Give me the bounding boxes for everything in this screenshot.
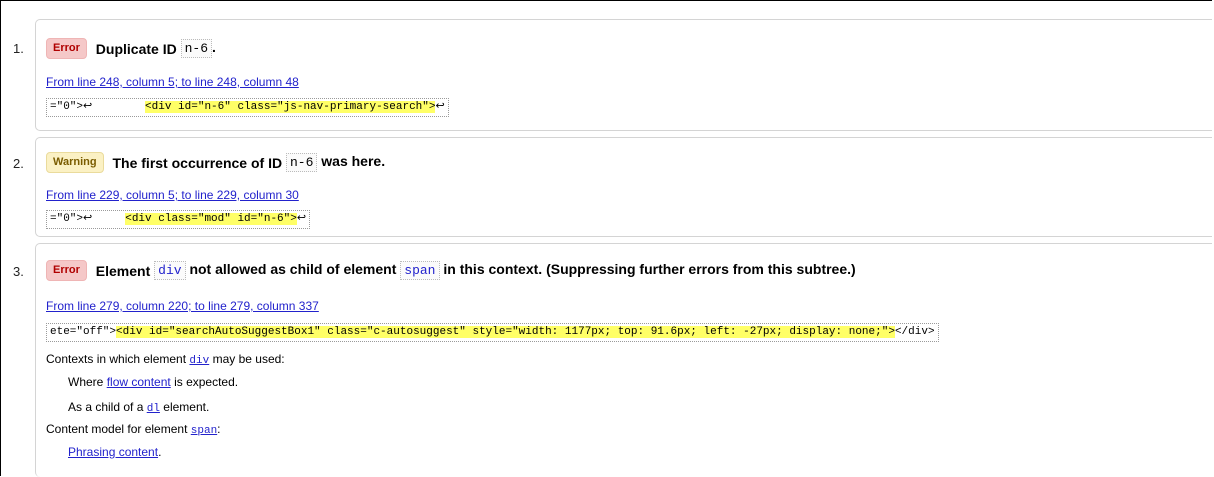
context-item: Where flow content is expected.	[68, 375, 239, 389]
message-title: Error Element div not allowed as child o…	[46, 260, 856, 281]
message-title: Warning The first occurrence of ID n-6 w…	[46, 152, 385, 173]
element-link[interactable]: div	[154, 261, 186, 281]
location-link[interactable]: From line 248, column 5; to line 248, co…	[46, 75, 299, 89]
element-link[interactable]: span	[400, 261, 440, 281]
content-model-label: Content model for element span:	[46, 422, 221, 437]
source-extract: ="0">↩ <div class="mod" id="n-6">↩	[46, 210, 311, 229]
message-item: Warning The first occurrence of ID n-6 w…	[35, 137, 1212, 237]
id-code: n-6	[180, 39, 212, 59]
id-code: n-6	[285, 153, 318, 173]
context-item: As a child of a dl element.	[68, 400, 210, 415]
element-link[interactable]: div	[189, 355, 209, 367]
error-badge: Error	[46, 260, 87, 281]
phrasing-content-link[interactable]: Phrasing content	[68, 445, 158, 459]
location-link[interactable]: From line 229, column 5; to line 229, co…	[46, 188, 299, 202]
warning-badge: Warning	[46, 152, 104, 173]
element-link[interactable]: span	[191, 425, 217, 437]
message-number: 2.	[13, 156, 24, 171]
message-number: 3.	[13, 264, 24, 279]
contexts-label: Contexts in which element div may be use…	[46, 352, 285, 367]
flow-content-link[interactable]: flow content	[107, 375, 171, 389]
location-link[interactable]: From line 279, column 220; to line 279, …	[46, 299, 319, 313]
source-extract: ="0">↩ <div id="n-6" class="js-nav-prima…	[46, 98, 449, 117]
error-badge: Error	[46, 38, 87, 59]
message-title: Error Duplicate ID n-6.	[46, 38, 216, 59]
message-number: 1.	[13, 41, 24, 56]
content-model-item: Phrasing content.	[68, 445, 162, 459]
dl-element-link[interactable]: dl	[147, 403, 160, 415]
message-item: Error Duplicate ID n-6. From line 248, c…	[35, 19, 1212, 131]
message-item: Error Element div not allowed as child o…	[35, 243, 1212, 477]
validator-results: 1. Error Duplicate ID n-6. From line 248…	[0, 0, 1212, 477]
source-extract: ete="off"><div id="searchAutoSuggestBox1…	[46, 323, 939, 342]
